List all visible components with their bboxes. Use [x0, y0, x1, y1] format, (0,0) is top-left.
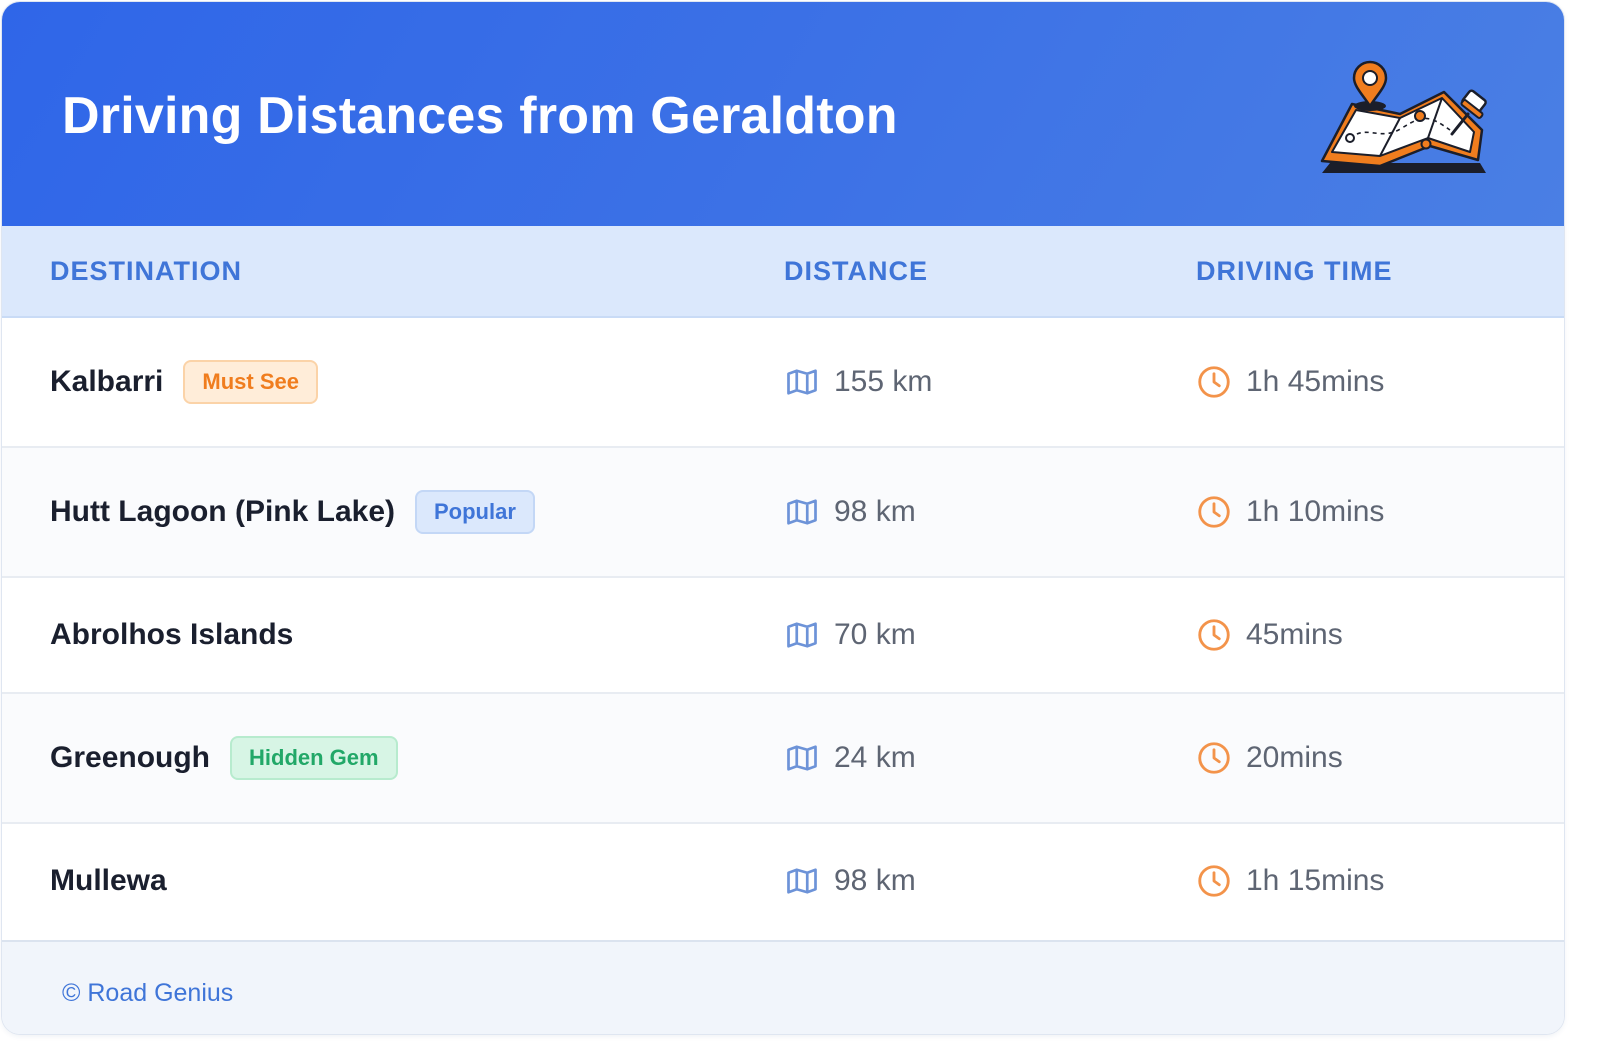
destination-name: Kalbarri [50, 365, 164, 398]
driving-time-value: 1h 45mins [1246, 365, 1385, 398]
page-title: Driving Distances from Geraldton [62, 87, 898, 145]
must-see-badge: Must See [183, 360, 318, 404]
column-header-driving-time: DRIVING TIME [1196, 256, 1393, 286]
distance-cell: 24 km [784, 694, 916, 822]
popular-badge: Popular [415, 490, 535, 534]
clock-icon [1198, 366, 1230, 398]
destination-name: Mullewa [50, 864, 167, 897]
copyright-text: © Road Genius [62, 979, 234, 1007]
table-row: Greenough Hidden Gem 24 km 20mins [2, 694, 1564, 824]
destination-cell: Hutt Lagoon (Pink Lake) Popular [50, 448, 535, 576]
destination-cell: Abrolhos Islands [50, 578, 293, 692]
distance-value: 24 km [834, 741, 916, 774]
clock-icon [1198, 619, 1230, 651]
distance-cell: 98 km [784, 448, 916, 576]
driving-time-value: 45mins [1246, 618, 1343, 651]
driving-time-cell: 1h 45mins [1196, 318, 1384, 446]
distance-value: 98 km [834, 864, 916, 897]
destination-cell: Greenough Hidden Gem [50, 694, 398, 822]
distance-value: 98 km [834, 495, 916, 528]
destination-cell: Mullewa [50, 824, 167, 938]
clock-icon [1198, 865, 1230, 897]
map-icon [787, 369, 817, 395]
distance-value: 155 km [834, 365, 933, 398]
table-row: Mullewa 98 km 1h 15mins [2, 824, 1564, 938]
table-row: Hutt Lagoon (Pink Lake) Popular 98 km 1h… [2, 448, 1564, 578]
card-footer: © Road Genius [2, 940, 1564, 1034]
driving-time-cell: 1h 10mins [1196, 448, 1384, 576]
driving-time-cell: 20mins [1196, 694, 1343, 822]
driving-time-cell: 45mins [1196, 578, 1343, 692]
distance-value: 70 km [834, 618, 916, 651]
destination-name: Hutt Lagoon (Pink Lake) [50, 495, 395, 528]
table-header: DESTINATION DISTANCE DRIVING TIME [2, 226, 1564, 318]
driving-time-value: 20mins [1246, 741, 1343, 774]
driving-time-cell: 1h 15mins [1196, 824, 1384, 938]
clock-icon [1198, 742, 1230, 774]
folded-map-with-pins-icon [1320, 60, 1487, 173]
driving-time-value: 1h 15mins [1246, 864, 1385, 897]
driving-time-value: 1h 10mins [1246, 495, 1385, 528]
column-header-distance: DISTANCE [784, 256, 929, 286]
map-icon [787, 622, 817, 648]
table-row: Abrolhos Islands 70 km 45mins [2, 578, 1564, 694]
map-icon [787, 745, 817, 771]
distance-cell: 98 km [784, 824, 916, 938]
destination-name: Greenough [50, 741, 211, 774]
column-header-destination: DESTINATION [50, 256, 242, 286]
map-icon [787, 868, 817, 894]
distance-cell: 155 km [784, 318, 932, 446]
destination-name: Abrolhos Islands [50, 618, 294, 651]
table-row: Kalbarri Must See 155 km 1h 45mins [2, 318, 1564, 448]
hidden-gem-badge: Hidden Gem [230, 736, 398, 780]
destination-cell: Kalbarri Must See [50, 318, 318, 446]
distance-cell: 70 km [784, 578, 916, 692]
distance-card: Driving Distances from Geraldton DESTINA… [2, 2, 1564, 1034]
map-icon [787, 499, 817, 525]
clock-icon [1198, 496, 1230, 528]
card-header: Driving Distances from Geraldton [2, 2, 1564, 226]
